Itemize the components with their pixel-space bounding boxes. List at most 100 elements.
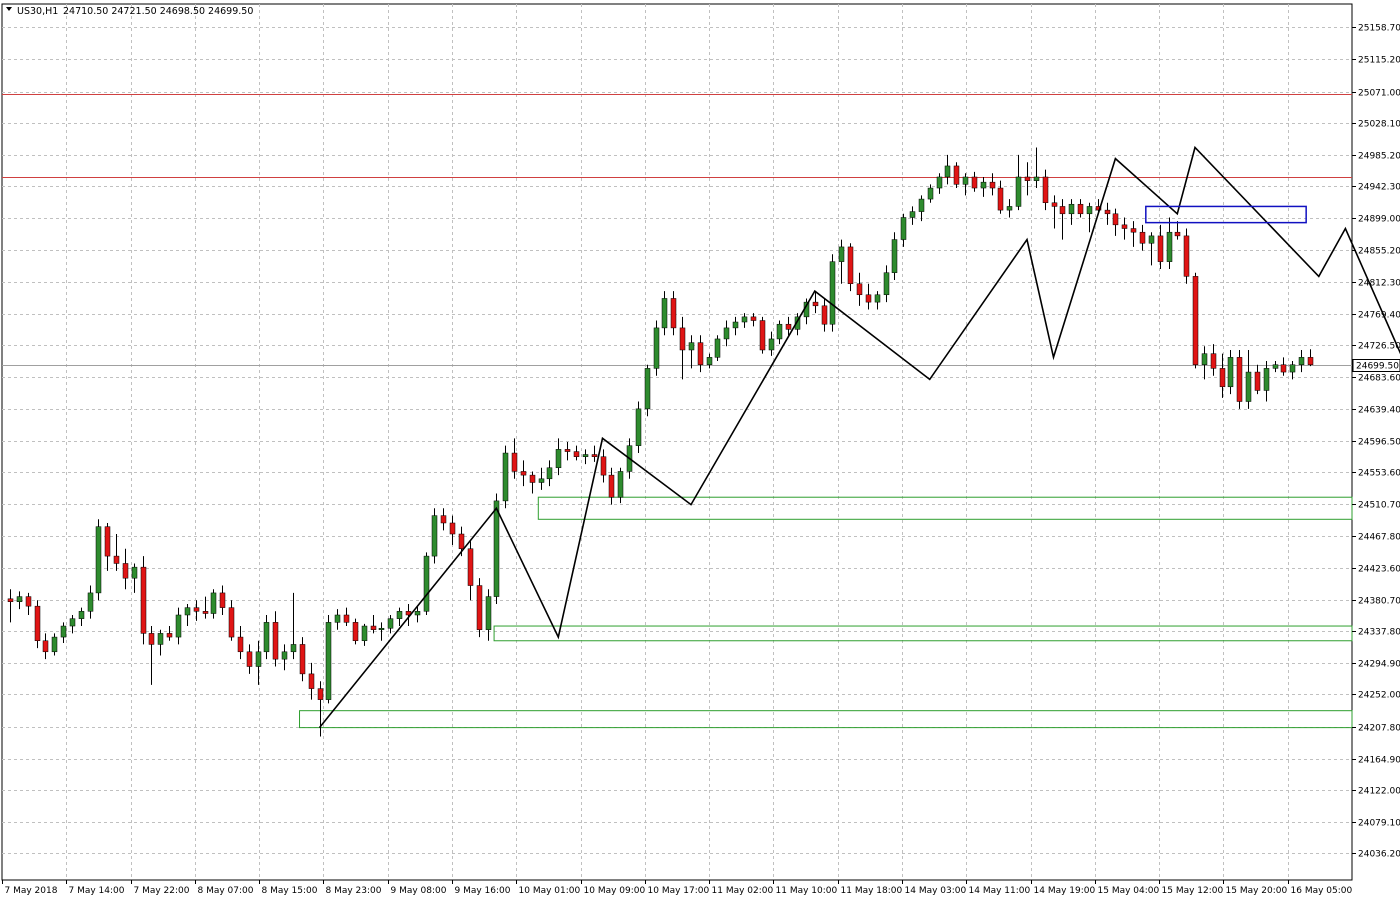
candle-body xyxy=(166,633,173,638)
candle-body xyxy=(511,452,518,472)
candle-body xyxy=(246,651,253,667)
candle xyxy=(361,623,368,646)
candle-body xyxy=(184,607,191,616)
candle-body xyxy=(865,294,872,303)
y-tick-label: 24899.00 xyxy=(1358,215,1400,225)
candle xyxy=(980,176,987,197)
candle xyxy=(714,335,721,362)
candle-body xyxy=(555,449,562,469)
candle-body xyxy=(1051,202,1058,207)
candle xyxy=(485,589,492,641)
candle-body xyxy=(95,526,102,594)
candle-body xyxy=(228,607,235,638)
candle xyxy=(219,585,226,615)
candle xyxy=(661,291,668,336)
candle-body xyxy=(706,357,713,365)
candle-body xyxy=(42,640,49,653)
y-tick-label: 24942.30 xyxy=(1358,183,1400,193)
y-tick-label: 24337.80 xyxy=(1358,628,1400,638)
candle-body xyxy=(396,611,403,619)
candle-body xyxy=(299,644,306,675)
price-chart[interactable]: 25158.70 25115.20 25071.00 25028.10 24985.20… xyxy=(0,0,1400,900)
y-tick-label: 24683.60 xyxy=(1358,374,1400,384)
candle-body xyxy=(723,327,730,340)
candle-body xyxy=(16,596,23,602)
candle-body xyxy=(423,555,430,612)
candle-body xyxy=(732,321,739,329)
candle xyxy=(670,291,677,336)
collapse-triangle-icon[interactable] xyxy=(6,7,12,11)
candle xyxy=(644,364,651,417)
candle xyxy=(193,600,200,621)
candle xyxy=(1042,169,1049,211)
candle-body xyxy=(431,515,438,557)
candle xyxy=(370,614,377,634)
candle-body xyxy=(1263,368,1270,391)
candle-body xyxy=(1289,364,1296,373)
candle xyxy=(281,644,288,671)
candle-body xyxy=(1272,364,1279,369)
symbol-label: US30,H1 xyxy=(17,6,58,17)
candle xyxy=(78,607,85,627)
candle-body xyxy=(255,651,262,667)
candle-body xyxy=(370,625,377,630)
candle-body xyxy=(962,176,969,185)
candle xyxy=(166,626,173,641)
candle xyxy=(555,438,562,476)
candle xyxy=(997,180,1004,214)
candle xyxy=(423,552,430,615)
candle xyxy=(856,272,863,306)
candle-body xyxy=(1254,371,1261,391)
candle xyxy=(175,607,182,645)
candle-body xyxy=(263,622,270,653)
candle-body xyxy=(944,165,951,178)
candle xyxy=(635,401,642,454)
candle xyxy=(706,353,713,369)
candle-body xyxy=(1006,206,1013,211)
candle-body xyxy=(51,636,58,653)
candle-body xyxy=(493,500,500,597)
candle-body xyxy=(334,614,341,623)
candle xyxy=(600,449,607,483)
candle-body xyxy=(838,246,845,262)
candle-body xyxy=(157,633,164,645)
candle xyxy=(334,609,341,630)
candle-body xyxy=(193,607,200,612)
candle xyxy=(1166,217,1173,270)
candle-body xyxy=(210,592,217,614)
y-tick-label: 24510.70 xyxy=(1358,501,1400,511)
candle-body xyxy=(1183,235,1190,277)
candle-body xyxy=(1166,231,1173,262)
candle xyxy=(1157,224,1164,270)
x-tick-label: 10 May 09:00 xyxy=(584,886,646,896)
candle-body xyxy=(529,474,536,483)
candle-body xyxy=(502,452,509,502)
candle-body xyxy=(883,272,890,296)
candle-body xyxy=(113,555,120,564)
candle xyxy=(1183,228,1190,284)
candle xyxy=(900,213,907,247)
candle-body xyxy=(60,625,67,638)
candle xyxy=(529,471,536,494)
candle xyxy=(759,316,766,354)
candle xyxy=(317,681,324,737)
candle xyxy=(776,320,783,345)
candle-body xyxy=(812,301,819,307)
candle xyxy=(1104,202,1111,225)
y-tick-label: 24639.40 xyxy=(1358,406,1400,416)
candle xyxy=(148,626,155,685)
candle-body xyxy=(1042,176,1049,204)
candle xyxy=(750,313,757,327)
candle-body xyxy=(1068,203,1075,215)
candle-body xyxy=(1210,353,1217,369)
candle xyxy=(838,239,845,284)
candle xyxy=(1254,364,1261,395)
candle xyxy=(591,445,598,462)
y-tick-label: 24252.00 xyxy=(1358,691,1400,701)
candle xyxy=(184,603,191,627)
y-tick-label: 25028.10 xyxy=(1358,120,1400,130)
candle xyxy=(1086,202,1093,233)
candle xyxy=(564,442,571,461)
candle-body xyxy=(219,592,226,608)
candle-body xyxy=(104,526,111,557)
